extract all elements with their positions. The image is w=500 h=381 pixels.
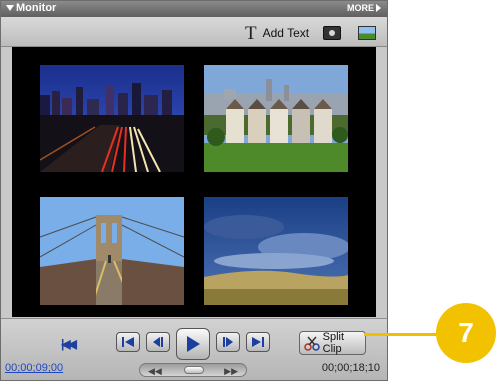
monitor-panel: Monitor MORE T Add Text |◀◀ ◀◀ ▶▶ Split … xyxy=(0,0,388,381)
step-forward-button[interactable] xyxy=(216,332,240,352)
step-back-icon xyxy=(153,337,163,347)
split-clip-button[interactable]: Split Clip xyxy=(299,331,366,355)
safe-margins-picture-icon[interactable] xyxy=(358,26,376,40)
prev-edit-icon xyxy=(122,337,134,347)
add-text-button[interactable]: T Add Text xyxy=(245,23,309,43)
monitor-toolbar: T Add Text xyxy=(1,17,387,47)
go-to-previous-edit-button[interactable] xyxy=(116,332,140,352)
text-tool-icon: T xyxy=(245,22,257,44)
shuttle-slider[interactable]: ◀◀ ▶▶ xyxy=(139,363,247,377)
collapse-caret-icon[interactable] xyxy=(6,5,14,11)
next-edit-icon xyxy=(252,337,264,347)
panel-titlebar: Monitor MORE xyxy=(1,1,387,17)
scissors-icon xyxy=(304,336,320,351)
step-back-button[interactable] xyxy=(146,332,170,352)
play-icon xyxy=(187,336,200,352)
step-callout-badge: 7 xyxy=(436,303,496,363)
thumbnail-victorian-houses-skyline xyxy=(204,65,348,172)
more-arrow-icon xyxy=(376,4,381,12)
play-button[interactable] xyxy=(176,328,210,360)
panel-title: Monitor xyxy=(16,2,57,14)
thumbnail-stormy-sky-field xyxy=(204,197,348,305)
playback-controls: |◀◀ ◀◀ ▶▶ Split Clip 00;00;09;00 00;00;1… xyxy=(1,318,387,380)
shuttle-thumb[interactable] xyxy=(184,366,204,374)
total-duration: 00;00;18;10 xyxy=(321,362,380,374)
more-label: MORE xyxy=(347,3,374,13)
thumbnail-night-city-traffic xyxy=(40,65,184,172)
step-forward-icon xyxy=(223,337,233,347)
add-text-label: Add Text xyxy=(262,26,310,40)
split-clip-label: Split Clip xyxy=(322,331,345,355)
go-to-next-edit-button[interactable] xyxy=(246,332,270,352)
thumbnail-suspension-bridge-walkway xyxy=(40,197,184,305)
callout-leader-line xyxy=(364,333,444,336)
shuttle-left-icon: ◀◀ xyxy=(148,366,162,376)
shuttle-right-icon: ▶▶ xyxy=(224,366,238,376)
freeze-frame-camera-icon[interactable] xyxy=(323,26,341,40)
current-timecode[interactable]: 00;00;09;00 xyxy=(5,362,63,374)
more-menu-button[interactable]: MORE xyxy=(347,3,381,13)
go-to-start-icon[interactable]: |◀◀ xyxy=(61,337,77,351)
preview-screen xyxy=(12,47,376,317)
